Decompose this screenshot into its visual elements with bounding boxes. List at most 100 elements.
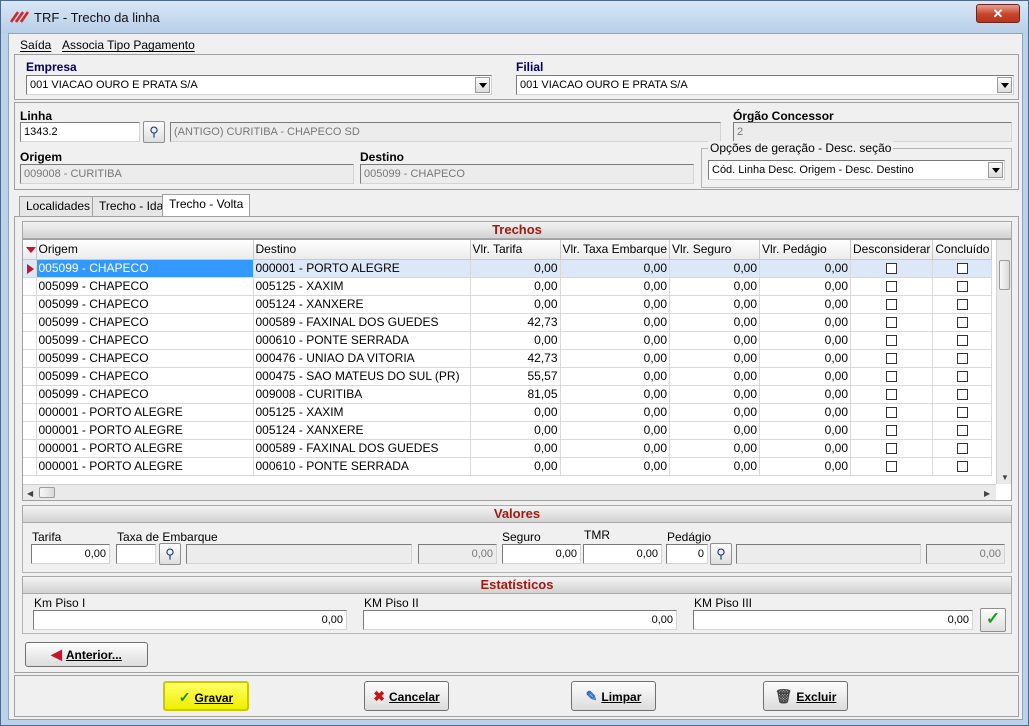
cell-vlr-pedagio[interactable]: 0,00 xyxy=(759,439,852,458)
cell-vlr-tarifa[interactable]: 0,00 xyxy=(470,259,561,278)
cell-destino[interactable]: 000610 - PONTE SERRADA xyxy=(253,457,471,476)
cell-vlr-tarifa[interactable]: 0,00 xyxy=(470,403,561,422)
cell-vlr-seguro[interactable]: 0,00 xyxy=(669,421,761,440)
row-indicator[interactable] xyxy=(23,295,37,314)
confirm-stats-button[interactable]: ✓ xyxy=(980,608,1006,632)
cell-concluido[interactable] xyxy=(932,457,993,476)
col-concluido[interactable]: Concluído xyxy=(932,240,993,260)
concluido-checkbox[interactable] xyxy=(956,281,968,293)
cell-vlr-pedagio[interactable]: 0,00 xyxy=(759,349,852,368)
cell-origem[interactable]: 000001 - PORTO ALEGRE xyxy=(36,439,254,458)
table-row[interactable]: 005099 - CHAPECO 000476 - UNIAO DA VITORI… xyxy=(23,349,993,368)
cell-vlr-taxa-embarque[interactable]: 0,00 xyxy=(560,331,671,350)
cell-vlr-taxa-embarque[interactable]: 0,00 xyxy=(560,277,671,296)
cell-concluido[interactable] xyxy=(932,331,993,350)
cell-concluido[interactable] xyxy=(932,295,993,314)
cell-vlr-pedagio[interactable]: 0,00 xyxy=(759,295,852,314)
menu-saida[interactable]: Saída xyxy=(20,38,51,52)
desconsiderar-checkbox[interactable] xyxy=(886,335,898,347)
cell-vlr-tarifa[interactable]: 0,00 xyxy=(470,421,561,440)
concluido-checkbox[interactable] xyxy=(956,353,968,365)
cell-vlr-seguro[interactable]: 0,00 xyxy=(669,313,761,332)
row-indicator[interactable] xyxy=(23,403,37,422)
linha-search-button[interactable]: ⚲ xyxy=(143,121,165,143)
cell-vlr-tarifa[interactable]: 42,73 xyxy=(470,349,561,368)
menu-associa-tipo-pagamento[interactable]: Associa Tipo Pagamento xyxy=(62,38,195,52)
grid-hscroll-thumb[interactable] xyxy=(39,487,55,498)
col-destino[interactable]: Destino xyxy=(253,240,471,260)
cell-concluido[interactable] xyxy=(932,439,993,458)
table-row[interactable]: 005099 - CHAPECO 000475 - SAO MATEUS DO S… xyxy=(23,367,993,386)
row-indicator[interactable] xyxy=(23,349,37,368)
grid-vertical-scrollbar[interactable]: ▼ xyxy=(996,240,1011,484)
limpar-button[interactable]: ✎ Limpar xyxy=(571,681,656,711)
cell-vlr-taxa-embarque[interactable]: 0,00 xyxy=(560,349,671,368)
desconsiderar-checkbox[interactable] xyxy=(886,389,898,401)
table-row[interactable]: 005099 - CHAPECO 000610 - PONTE SERRADA 0,… xyxy=(23,331,993,350)
cell-vlr-taxa-embarque[interactable]: 0,00 xyxy=(560,439,671,458)
tmr-input[interactable]: 0,00 xyxy=(583,544,662,564)
cell-destino[interactable]: 000610 - PONTE SERRADA xyxy=(253,331,471,350)
cell-vlr-tarifa[interactable]: 0,00 xyxy=(470,457,561,476)
col-vlr-taxa-embarque[interactable]: Vlr. Taxa Embarque xyxy=(560,240,671,260)
cell-vlr-pedagio[interactable]: 0,00 xyxy=(759,421,852,440)
cell-vlr-seguro[interactable]: 0,00 xyxy=(669,385,761,404)
row-indicator[interactable] xyxy=(23,313,37,332)
cell-desconsiderar[interactable] xyxy=(850,367,934,386)
cell-origem[interactable]: 005099 - CHAPECO xyxy=(36,331,254,350)
scroll-right-arrow-icon[interactable]: ▶ xyxy=(984,489,990,498)
concluido-checkbox[interactable] xyxy=(956,371,968,383)
cell-vlr-seguro[interactable]: 0,00 xyxy=(669,367,761,386)
table-row[interactable]: 000001 - PORTO ALEGRE 000610 - PONTE SERR… xyxy=(23,457,993,476)
cell-origem[interactable]: 005099 - CHAPECO xyxy=(36,367,254,386)
cell-vlr-seguro[interactable]: 0,00 xyxy=(669,457,761,476)
cell-destino[interactable]: 000001 - PORTO ALEGRE xyxy=(253,259,471,278)
cell-desconsiderar[interactable] xyxy=(850,403,934,422)
empresa-select[interactable]: 001 VIACAO OURO E PRATA S/A xyxy=(26,75,492,95)
desconsiderar-checkbox[interactable] xyxy=(886,299,898,311)
cell-vlr-tarifa[interactable]: 81,05 xyxy=(470,385,561,404)
close-button[interactable]: ✕ xyxy=(976,4,1020,23)
desconsiderar-checkbox[interactable] xyxy=(886,353,898,365)
km-piso-3-input[interactable]: 0,00 xyxy=(693,610,973,630)
chevron-down-icon[interactable] xyxy=(997,77,1012,93)
concluido-checkbox[interactable] xyxy=(956,335,968,347)
cell-vlr-tarifa[interactable]: 0,00 xyxy=(470,295,561,314)
cell-vlr-pedagio[interactable]: 0,00 xyxy=(759,331,852,350)
taxa-embarque-code-input[interactable] xyxy=(116,544,156,564)
taxa-search-button[interactable]: ⚲ xyxy=(159,543,181,565)
cell-desconsiderar[interactable] xyxy=(850,295,934,314)
scroll-down-arrow-icon[interactable]: ▼ xyxy=(1001,473,1009,482)
cell-concluido[interactable] xyxy=(932,403,993,422)
cell-desconsiderar[interactable] xyxy=(850,313,934,332)
col-vlr-tarifa[interactable]: Vlr. Tarifa xyxy=(470,240,561,260)
cell-vlr-tarifa[interactable]: 0,00 xyxy=(470,277,561,296)
cell-origem[interactable]: 005099 - CHAPECO xyxy=(36,259,254,278)
tarifa-input[interactable]: 0,00 xyxy=(31,544,110,564)
cell-vlr-taxa-embarque[interactable]: 0,00 xyxy=(560,421,671,440)
cell-destino[interactable]: 000589 - FAXINAL DOS GUEDES xyxy=(253,313,471,332)
cell-concluido[interactable] xyxy=(932,421,993,440)
concluido-checkbox[interactable] xyxy=(956,317,968,329)
row-indicator[interactable] xyxy=(23,259,37,278)
cell-vlr-seguro[interactable]: 0,00 xyxy=(669,349,761,368)
cell-destino[interactable]: 005124 - XANXERE xyxy=(253,421,471,440)
grid-horizontal-scrollbar[interactable]: ◀ ▶ xyxy=(23,484,996,500)
cell-vlr-pedagio[interactable]: 0,00 xyxy=(759,385,852,404)
row-indicator[interactable] xyxy=(23,385,37,404)
cell-origem[interactable]: 000001 - PORTO ALEGRE xyxy=(36,403,254,422)
cell-vlr-taxa-embarque[interactable]: 0,00 xyxy=(560,457,671,476)
cell-vlr-taxa-embarque[interactable]: 0,00 xyxy=(560,385,671,404)
concluido-checkbox[interactable] xyxy=(956,425,968,437)
col-vlr-pedagio[interactable]: Vlr. Pedágio xyxy=(759,240,852,260)
tab-localidades[interactable]: Localidades xyxy=(19,196,98,216)
cell-vlr-pedagio[interactable]: 0,00 xyxy=(759,313,852,332)
col-origem[interactable]: Origem xyxy=(36,240,254,260)
row-indicator[interactable] xyxy=(23,421,37,440)
cell-concluido[interactable] xyxy=(932,367,993,386)
cell-vlr-taxa-embarque[interactable]: 0,00 xyxy=(560,367,671,386)
row-indicator[interactable] xyxy=(23,331,37,350)
table-row[interactable]: 000001 - PORTO ALEGRE 005125 - XAXIM 0,00 0… xyxy=(23,403,993,422)
desconsiderar-checkbox[interactable] xyxy=(886,443,898,455)
km-piso-2-input[interactable]: 0,00 xyxy=(363,610,677,630)
